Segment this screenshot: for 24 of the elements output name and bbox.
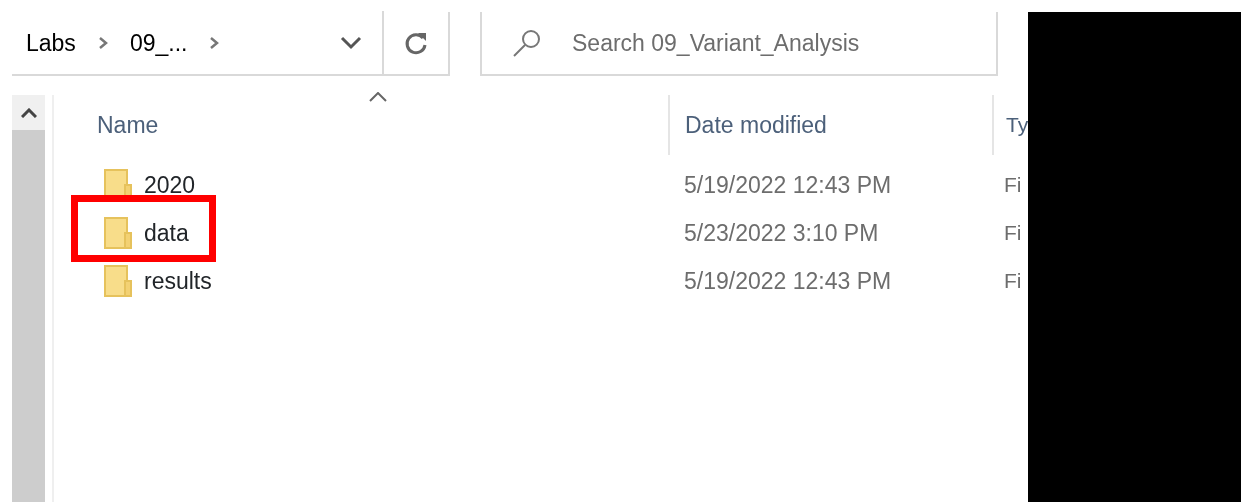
date-modified-cell-text: 5/19/2022 12:43 PM bbox=[683, 266, 893, 296]
refresh-icon[interactable] bbox=[404, 30, 428, 56]
address-bar[interactable]: Labs 09_... bbox=[12, 12, 450, 76]
type-cell-text: Fi bbox=[1003, 268, 1023, 295]
file-name[interactable]: data bbox=[144, 215, 189, 251]
column-header[interactable]: Ty bbox=[1006, 109, 1029, 141]
date-modified-cell-text: 5/23/2022 3:10 PM bbox=[683, 218, 880, 248]
scrollbar[interactable] bbox=[12, 95, 45, 502]
search-field[interactable]: Search 09_Variant_Analysis bbox=[480, 12, 998, 76]
type-cell-text: Fi bbox=[1003, 220, 1023, 247]
column-header[interactable]: Date modified bbox=[685, 107, 827, 143]
file-name[interactable]: 2020 bbox=[144, 167, 196, 203]
chevron-down-icon[interactable] bbox=[340, 36, 362, 50]
file-name[interactable]: results bbox=[144, 263, 212, 299]
breadcrumb-item[interactable]: Labs bbox=[12, 25, 76, 61]
folder-icon bbox=[104, 217, 132, 249]
date-modified-cell-text: 5/19/2022 12:43 PM bbox=[683, 170, 893, 200]
column-header[interactable]: Name bbox=[97, 107, 159, 143]
search-placeholder: Search 09_Variant_Analysis bbox=[572, 28, 860, 58]
type-cell-text: Fi bbox=[1003, 172, 1023, 199]
folder-icon bbox=[104, 265, 132, 297]
search-icon bbox=[512, 29, 542, 57]
scroll-up-icon[interactable] bbox=[20, 107, 37, 118]
breadcrumb-item[interactable]: 09_... bbox=[129, 25, 188, 61]
